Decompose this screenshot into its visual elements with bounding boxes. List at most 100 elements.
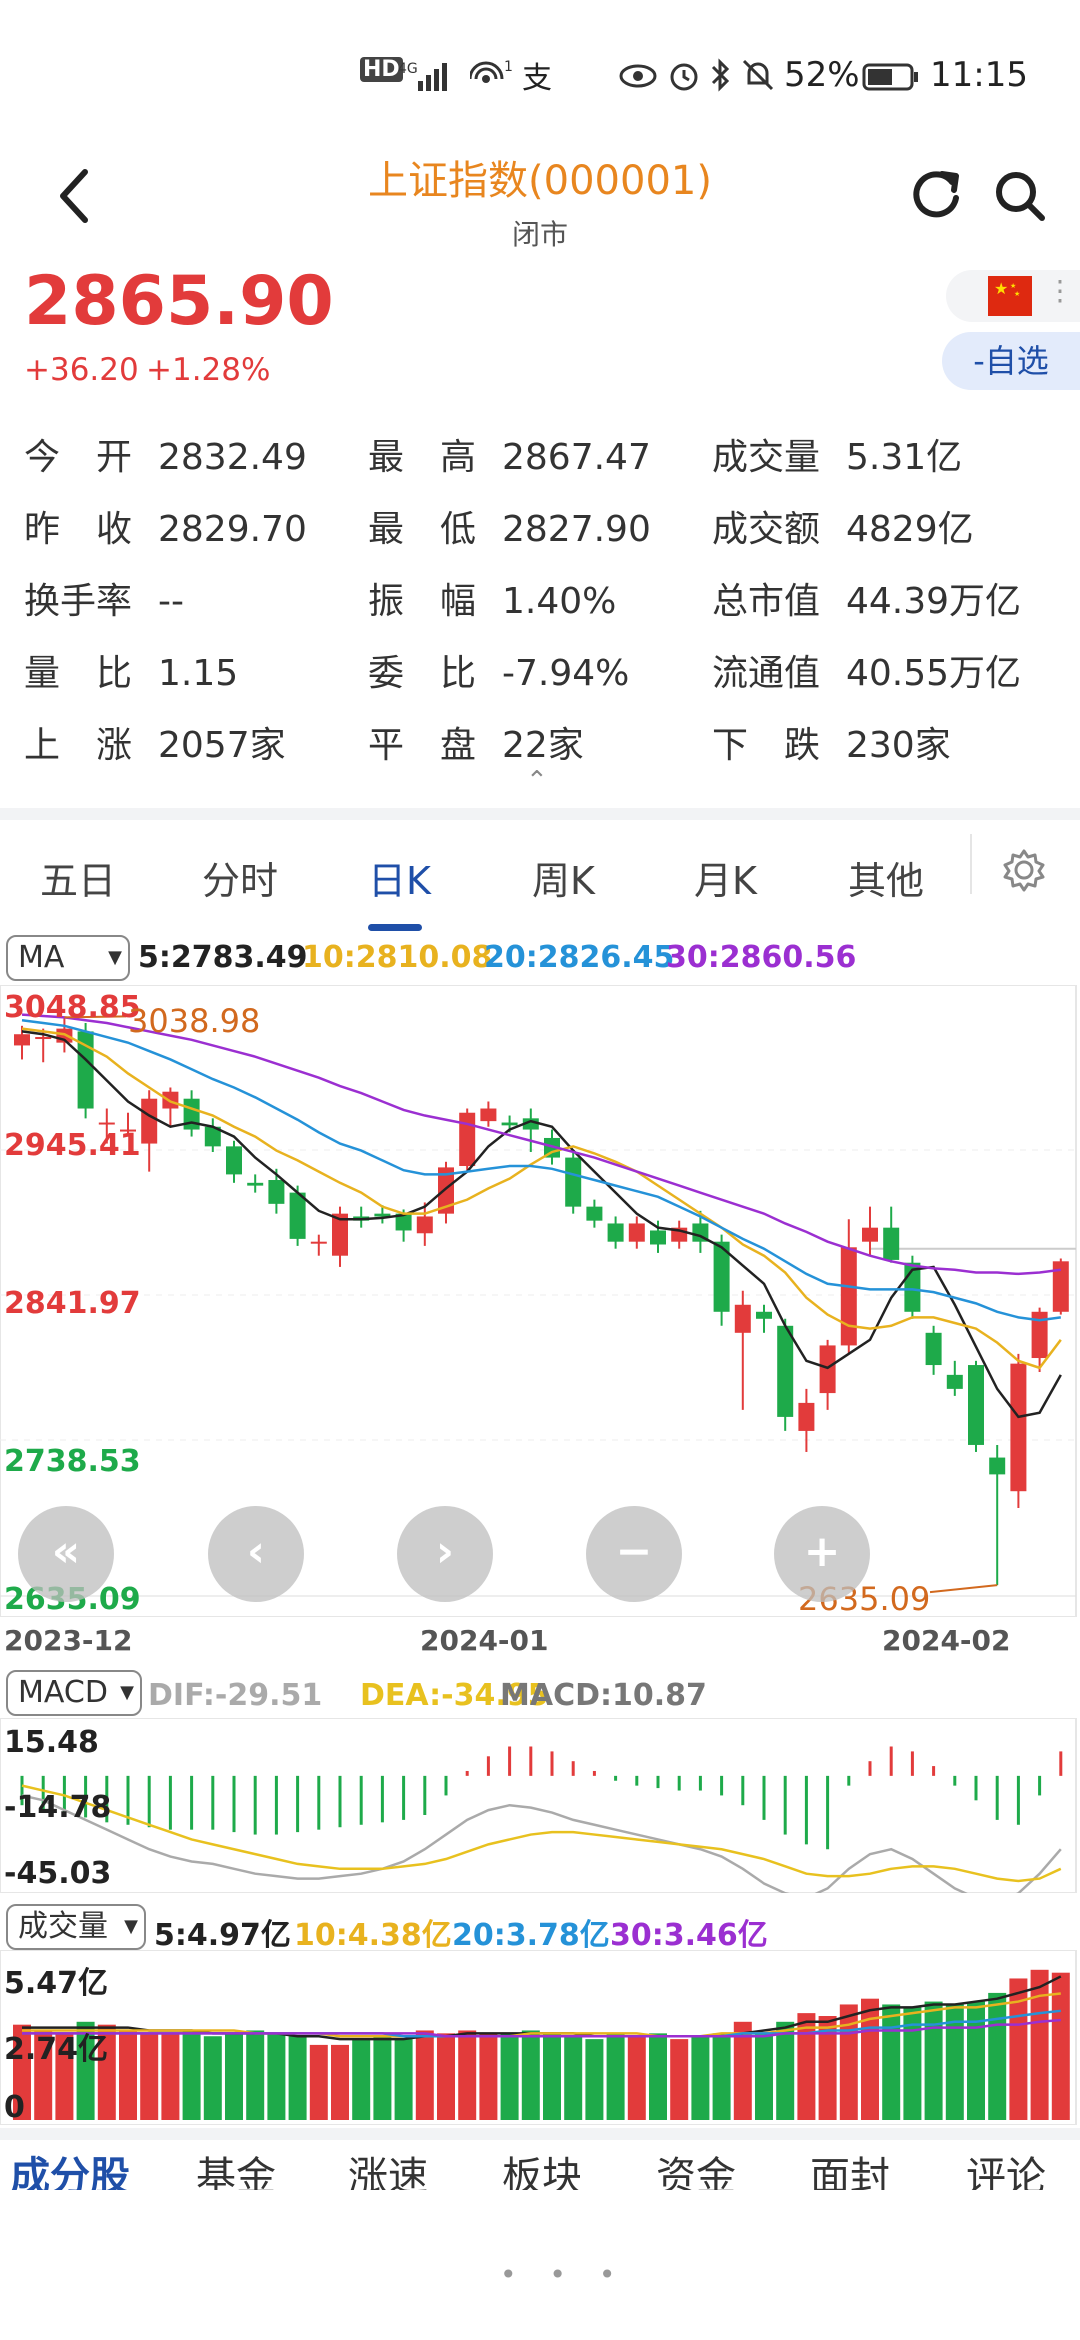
macd-y-mid: -14.78 <box>4 1790 112 1825</box>
candle-body <box>819 1345 836 1394</box>
gear-icon[interactable] <box>1002 848 1046 892</box>
stat-label: 今 开 <box>24 437 133 478</box>
stat-item: 最 低 2827.90 <box>368 500 651 552</box>
vol-ma5-value: 5:4.97亿 <box>154 1918 291 1953</box>
y-label-4: 2738.53 <box>4 1444 141 1479</box>
stat-value: 2829.70 <box>158 509 307 550</box>
volume-bar <box>649 2033 667 2120</box>
stat-item: 平 盘 22家 <box>368 716 584 768</box>
more-icon[interactable]: ⋮ <box>1046 274 1074 307</box>
volume-bar <box>776 2021 795 2120</box>
candle-body <box>459 1112 476 1166</box>
tab-weekly-k[interactable]: 周K <box>532 850 595 905</box>
date-label-jan: 2024-01 <box>420 1624 549 1657</box>
stat-value: 1.15 <box>158 653 239 694</box>
remove-watchlist-button[interactable]: -自选 <box>942 332 1080 390</box>
date-label-dec: 2023-12 <box>4 1624 133 1657</box>
candle-body <box>98 1122 115 1125</box>
stat-label: 成交量 <box>712 437 821 478</box>
max-price-marker: 3038.98 <box>128 1002 261 1040</box>
volume-bar <box>415 2030 434 2120</box>
tab-daily-k[interactable]: 日K <box>368 850 431 905</box>
volume-chart[interactable] <box>0 1950 1080 2125</box>
divider <box>0 2128 1080 2140</box>
macd-value: MACD:10.87 <box>500 1678 707 1713</box>
volume-bar <box>458 2030 477 2120</box>
volume-bar <box>119 2030 137 2120</box>
tab-funds[interactable]: 基金 <box>196 2144 276 2190</box>
current-price: 2865.90 <box>24 262 334 341</box>
candle-body <box>289 1192 306 1239</box>
volume-bar <box>988 1992 1007 2120</box>
candle-body <box>650 1230 666 1245</box>
kline-chart[interactable] <box>0 985 1080 1617</box>
stat-item: 成交额 4829亿 <box>712 500 974 552</box>
volume-bar <box>712 2033 731 2120</box>
stat-item: 量 比 1.15 <box>24 644 238 696</box>
clock: 11:15 <box>930 55 1028 95</box>
volume-bar <box>394 2039 413 2120</box>
dropdown-arrow-icon: ▼ <box>124 1916 138 1937</box>
candle-body <box>989 1457 1006 1475</box>
stat-label: 换手率 <box>24 581 133 622</box>
macd-chart[interactable] <box>0 1718 1080 1893</box>
volume-bar <box>691 2036 710 2120</box>
volume-bar <box>479 2033 498 2120</box>
candle-body <box>416 1216 433 1234</box>
stat-item: 下 跌 230家 <box>712 716 951 768</box>
china-flag-icon: ★ ★★ <box>988 276 1032 316</box>
market-flag: ★ ★ ★ ⋮ <box>946 270 1080 322</box>
tab-comments[interactable]: 评论 <box>966 2144 1046 2190</box>
search-icon[interactable] <box>992 168 1048 224</box>
stat-item: 成交量 5.31亿 <box>712 428 962 480</box>
zoom-in-button[interactable]: + <box>774 1506 870 1602</box>
stat-item: 今 开 2832.49 <box>24 428 307 480</box>
tab-capital[interactable]: 资金 <box>656 2144 736 2190</box>
date-label-feb: 2024-02 <box>882 1624 1011 1657</box>
vol-ma20-value: 20:3.78亿 <box>452 1918 610 1953</box>
dea-line <box>21 1784 1062 1883</box>
zoom-start-button[interactable]: « <box>18 1506 114 1602</box>
ma-selector[interactable]: MA ▼ <box>6 935 130 981</box>
candle-body <box>35 1037 52 1040</box>
alarm-icon <box>670 63 698 91</box>
vol-y-mid: 2.74亿 <box>4 2032 109 2067</box>
volume-bar <box>670 2039 689 2120</box>
tab-seal[interactable]: 面封 <box>810 2144 890 2190</box>
tab-sectors[interactable]: 板块 <box>502 2144 582 2190</box>
stat-value: -- <box>158 581 184 622</box>
stat-value: 2827.90 <box>502 509 651 550</box>
macd-selector[interactable]: MACD ▼ <box>6 1670 142 1716</box>
dif-value: DIF:-29.51 <box>148 1678 323 1713</box>
collapse-chevron-icon[interactable]: ⌃ <box>526 766 548 796</box>
candle-body <box>565 1157 582 1207</box>
zoom-out-button[interactable]: − <box>586 1506 682 1602</box>
tab-intraday[interactable]: 分时 <box>202 850 278 905</box>
candle-body <box>798 1402 815 1431</box>
tab-five-day[interactable]: 五日 <box>40 850 116 905</box>
refresh-icon[interactable] <box>908 168 964 224</box>
ma30-value: 30:2860.56 <box>666 940 857 975</box>
price-change-percent: +1.28% <box>146 352 271 388</box>
tab-other[interactable]: 其他 <box>848 850 924 905</box>
stat-label: 量 比 <box>24 653 133 694</box>
macd-selector-label: MACD <box>18 1675 108 1710</box>
volume-bar <box>967 2001 985 2120</box>
volume-bar <box>225 2033 243 2120</box>
candle-body <box>141 1098 158 1144</box>
page-indicator: • • • <box>500 2258 628 2291</box>
divider <box>970 834 972 894</box>
stat-label: 上 涨 <box>24 725 133 766</box>
scroll-left-button[interactable]: ‹ <box>208 1506 304 1602</box>
y-label-mid: 2841.97 <box>4 1286 141 1321</box>
scroll-right-button[interactable]: › <box>397 1506 493 1602</box>
pay-icon: 支 <box>522 61 552 96</box>
volume-selector[interactable]: 成交量 ▼ <box>6 1904 146 1950</box>
stat-label: 振 幅 <box>368 581 477 622</box>
tab-speed[interactable]: 涨速 <box>348 2144 428 2190</box>
stat-label: 最 低 <box>368 509 477 550</box>
y-label-2: 2945.41 <box>4 1128 141 1163</box>
tab-constituents[interactable]: 成分股 <box>10 2144 130 2190</box>
tab-monthly-k[interactable]: 月K <box>694 850 757 905</box>
stat-label: 委 比 <box>368 653 477 694</box>
